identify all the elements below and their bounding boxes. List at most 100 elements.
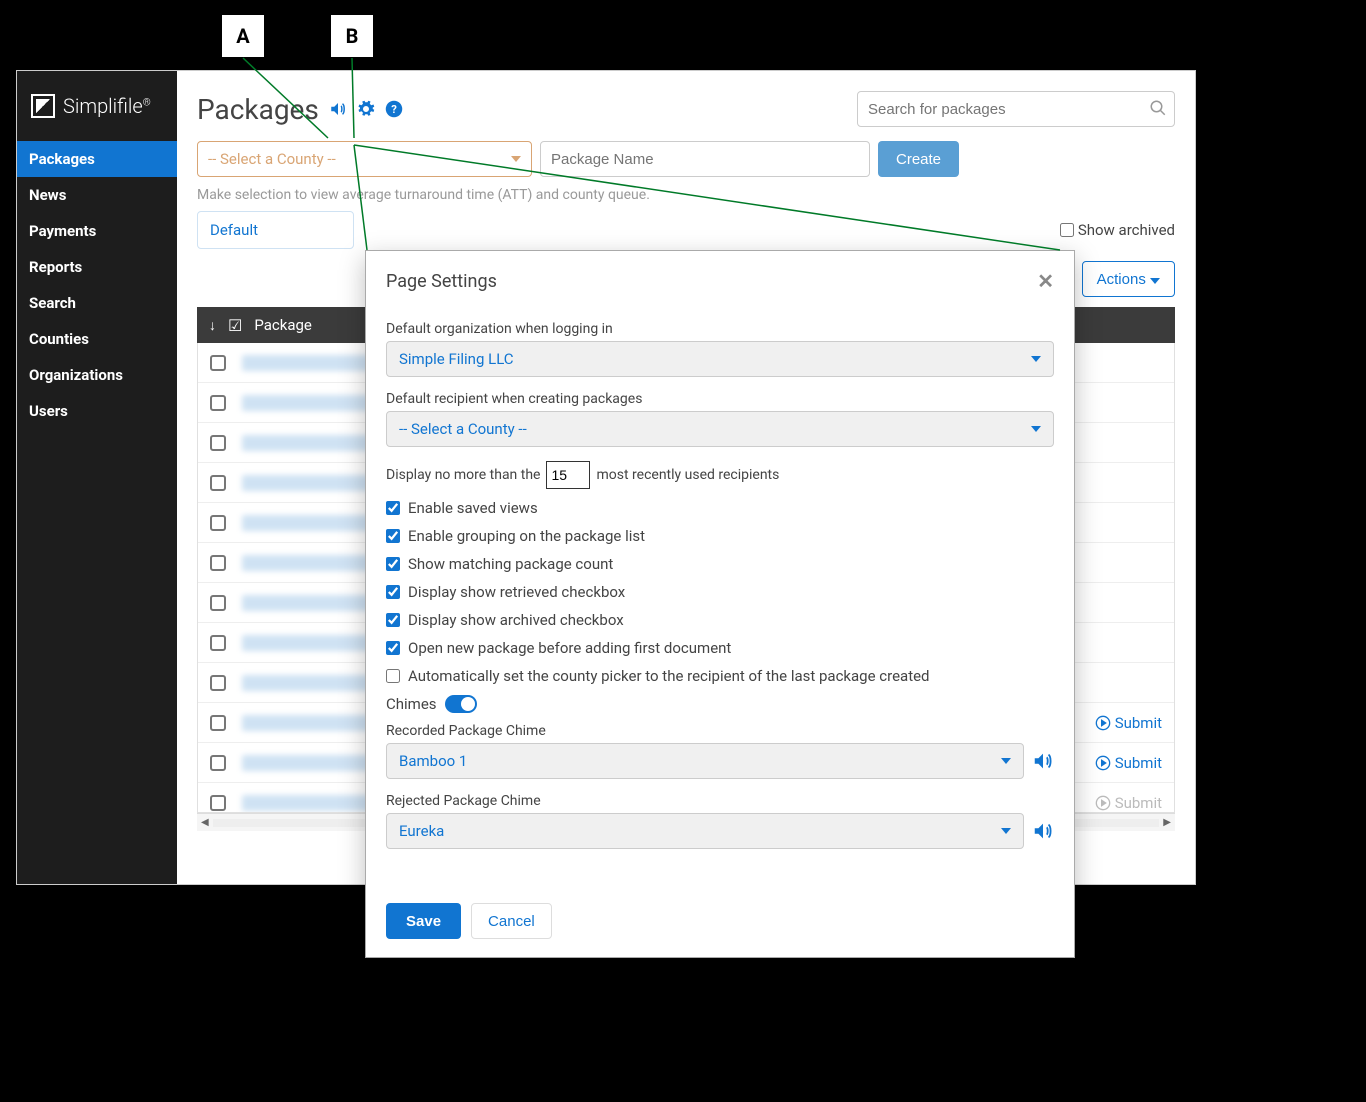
settings-checkbox-row: Show matching package count bbox=[386, 555, 1054, 573]
play-sound-icon[interactable] bbox=[1032, 820, 1054, 842]
nav-item-organizations[interactable]: Organizations bbox=[17, 357, 177, 393]
search-wrapper bbox=[857, 91, 1175, 127]
package-name-blurred bbox=[242, 595, 372, 611]
settings-checkbox[interactable] bbox=[386, 669, 400, 683]
settings-checkbox[interactable] bbox=[386, 557, 400, 571]
logo-text: Simplifile® bbox=[63, 94, 151, 118]
create-button[interactable]: Create bbox=[878, 141, 959, 177]
recorded-chime-label: Recorded Package Chime bbox=[386, 723, 1054, 739]
rejected-chime-label: Rejected Package Chime bbox=[386, 793, 1054, 809]
nav-item-packages[interactable]: Packages bbox=[17, 141, 177, 177]
settings-checkbox-row: Display show retrieved checkbox bbox=[386, 583, 1054, 601]
default-recipient-value: -- Select a County -- bbox=[399, 420, 527, 438]
row-checkbox[interactable] bbox=[210, 555, 226, 571]
settings-checkbox-row: Automatically set the county picker to t… bbox=[386, 667, 1054, 685]
settings-checkbox-label: Display show retrieved checkbox bbox=[408, 583, 625, 601]
row-checkbox[interactable] bbox=[210, 395, 226, 411]
nav-item-users[interactable]: Users bbox=[17, 393, 177, 429]
row-checkbox[interactable] bbox=[210, 715, 226, 731]
modal-header: Page Settings ✕ bbox=[366, 251, 1074, 311]
search-icon bbox=[1149, 99, 1167, 117]
chevron-down-icon bbox=[1031, 356, 1041, 362]
package-name-blurred bbox=[242, 715, 372, 731]
default-recipient-select[interactable]: -- Select a County -- bbox=[386, 411, 1054, 447]
nav-item-news[interactable]: News bbox=[17, 177, 177, 213]
settings-checkbox[interactable] bbox=[386, 613, 400, 627]
nav-item-payments[interactable]: Payments bbox=[17, 213, 177, 249]
package-name-input[interactable] bbox=[540, 141, 870, 177]
page-settings-modal: Page Settings ✕ Default organization whe… bbox=[365, 250, 1075, 958]
column-package[interactable]: Package bbox=[254, 316, 312, 334]
display-limit-input[interactable] bbox=[546, 461, 590, 489]
county-placeholder: -- Select a County -- bbox=[208, 150, 336, 168]
submit-link: Submit bbox=[1095, 794, 1162, 812]
att-hint: Make selection to view average turnaroun… bbox=[177, 177, 1195, 211]
default-org-select[interactable]: Simple Filing LLC bbox=[386, 341, 1054, 377]
row-checkbox[interactable] bbox=[210, 755, 226, 771]
search-input[interactable] bbox=[857, 91, 1175, 127]
recorded-chime-select[interactable]: Bamboo 1 bbox=[386, 743, 1024, 779]
county-select[interactable]: -- Select a County -- bbox=[197, 141, 532, 177]
row-checkbox[interactable] bbox=[210, 795, 226, 811]
default-org-value: Simple Filing LLC bbox=[399, 350, 514, 368]
display-suffix: most recently used recipients bbox=[596, 467, 779, 483]
settings-checkbox-row: Display show archived checkbox bbox=[386, 611, 1054, 629]
settings-checkbox-label: Automatically set the county picker to t… bbox=[408, 667, 930, 685]
settings-checkbox-label: Open new package before adding first doc… bbox=[408, 639, 731, 657]
nav-item-counties[interactable]: Counties bbox=[17, 321, 177, 357]
package-name-blurred bbox=[242, 795, 372, 811]
settings-checkbox-row: Open new package before adding first doc… bbox=[386, 639, 1054, 657]
rejected-chime-value: Eureka bbox=[399, 822, 444, 840]
package-name-blurred bbox=[242, 515, 372, 531]
actions-dropdown[interactable]: Actions bbox=[1082, 261, 1175, 297]
settings-checkbox[interactable] bbox=[386, 641, 400, 655]
cancel-button[interactable]: Cancel bbox=[471, 903, 552, 939]
settings-checkbox-label: Enable grouping on the package list bbox=[408, 527, 645, 545]
header-icons: ? bbox=[329, 100, 403, 118]
show-archived-label: Show archived bbox=[1078, 221, 1175, 239]
display-limit-row: Display no more than the most recently u… bbox=[386, 461, 1054, 489]
show-archived-checkbox[interactable] bbox=[1060, 223, 1074, 237]
settings-checkbox[interactable] bbox=[386, 501, 400, 515]
row-checkbox[interactable] bbox=[210, 475, 226, 491]
display-prefix: Display no more than the bbox=[386, 467, 540, 483]
create-bar: -- Select a County -- Create bbox=[177, 141, 1195, 177]
settings-checkbox[interactable] bbox=[386, 585, 400, 599]
row-checkbox[interactable] bbox=[210, 435, 226, 451]
svg-text:?: ? bbox=[391, 103, 397, 116]
nav-item-search[interactable]: Search bbox=[17, 285, 177, 321]
settings-checkbox-row: Enable saved views bbox=[386, 499, 1054, 517]
callout-a: A bbox=[221, 14, 265, 58]
modal-title: Page Settings bbox=[386, 271, 497, 292]
submit-link[interactable]: Submit bbox=[1095, 714, 1162, 732]
settings-checkbox-row: Enable grouping on the package list bbox=[386, 527, 1054, 545]
chimes-label: Chimes bbox=[386, 695, 437, 713]
row-checkbox[interactable] bbox=[210, 515, 226, 531]
sort-icon[interactable]: ↓ bbox=[209, 317, 216, 334]
settings-checkbox[interactable] bbox=[386, 529, 400, 543]
help-icon[interactable]: ? bbox=[385, 100, 403, 118]
row-checkbox[interactable] bbox=[210, 595, 226, 611]
settings-checkbox-label: Display show archived checkbox bbox=[408, 611, 624, 629]
default-org-label: Default organization when logging in bbox=[386, 321, 1054, 337]
package-name-blurred bbox=[242, 395, 372, 411]
modal-footer: Save Cancel bbox=[366, 885, 1074, 957]
views-bar: Default Show archived bbox=[197, 211, 1175, 249]
row-checkbox[interactable] bbox=[210, 675, 226, 691]
nav-item-reports[interactable]: Reports bbox=[17, 249, 177, 285]
submit-link[interactable]: Submit bbox=[1095, 754, 1162, 772]
save-button[interactable]: Save bbox=[386, 903, 461, 939]
chimes-toggle[interactable] bbox=[445, 695, 477, 713]
rejected-chime-select[interactable]: Eureka bbox=[386, 813, 1024, 849]
package-name-blurred bbox=[242, 475, 372, 491]
play-sound-icon[interactable] bbox=[1032, 750, 1054, 772]
default-view-tab[interactable]: Default bbox=[197, 211, 354, 249]
sound-icon[interactable] bbox=[329, 100, 347, 118]
row-checkbox[interactable] bbox=[210, 355, 226, 371]
page-title: Packages bbox=[197, 93, 319, 126]
row-checkbox[interactable] bbox=[210, 635, 226, 651]
close-icon[interactable]: ✕ bbox=[1037, 269, 1054, 293]
select-all-icon[interactable]: ☑ bbox=[228, 316, 242, 335]
gear-icon[interactable] bbox=[357, 100, 375, 118]
show-archived-toggle[interactable]: Show archived bbox=[1060, 221, 1175, 239]
